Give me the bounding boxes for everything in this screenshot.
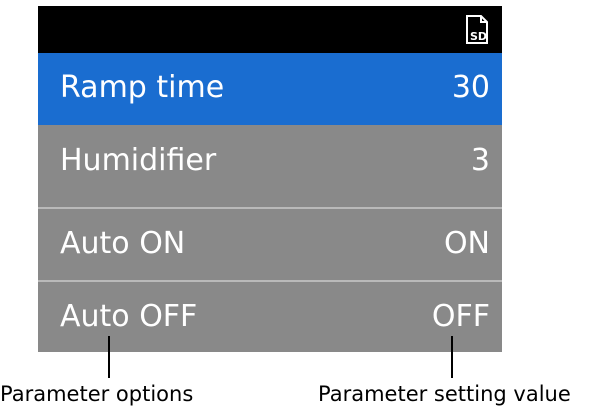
menu-item-ramp-time[interactable]: Ramp time 30 — [38, 53, 502, 125]
leader-line-value — [451, 336, 453, 378]
caption-parameter-options: Parameter options — [0, 382, 194, 406]
menu-item-value: 3 — [470, 143, 490, 178]
menu-item-label: Ramp time — [60, 70, 225, 105]
device-screen: SD Ramp time 30 Humidifier 3 Auto ON ON … — [38, 6, 502, 352]
menu-item-value: ON — [443, 226, 490, 261]
leader-line-options — [108, 336, 110, 378]
menu-item-value: 30 — [451, 70, 490, 105]
menu-item-value: OFF — [431, 299, 490, 334]
menu-item-label: Auto ON — [60, 226, 186, 261]
menu-item-humidifier[interactable]: Humidifier 3 — [38, 126, 502, 198]
sd-card-icon: SD — [466, 15, 488, 44]
svg-text:SD: SD — [470, 30, 487, 43]
caption-parameter-setting-value: Parameter setting value — [318, 382, 571, 406]
menu-item-label: Humidifier — [60, 143, 217, 178]
menu-item-auto-on[interactable]: Auto ON ON — [38, 209, 502, 281]
status-bar: SD — [38, 6, 502, 53]
menu-item-label: Auto OFF — [60, 299, 198, 334]
